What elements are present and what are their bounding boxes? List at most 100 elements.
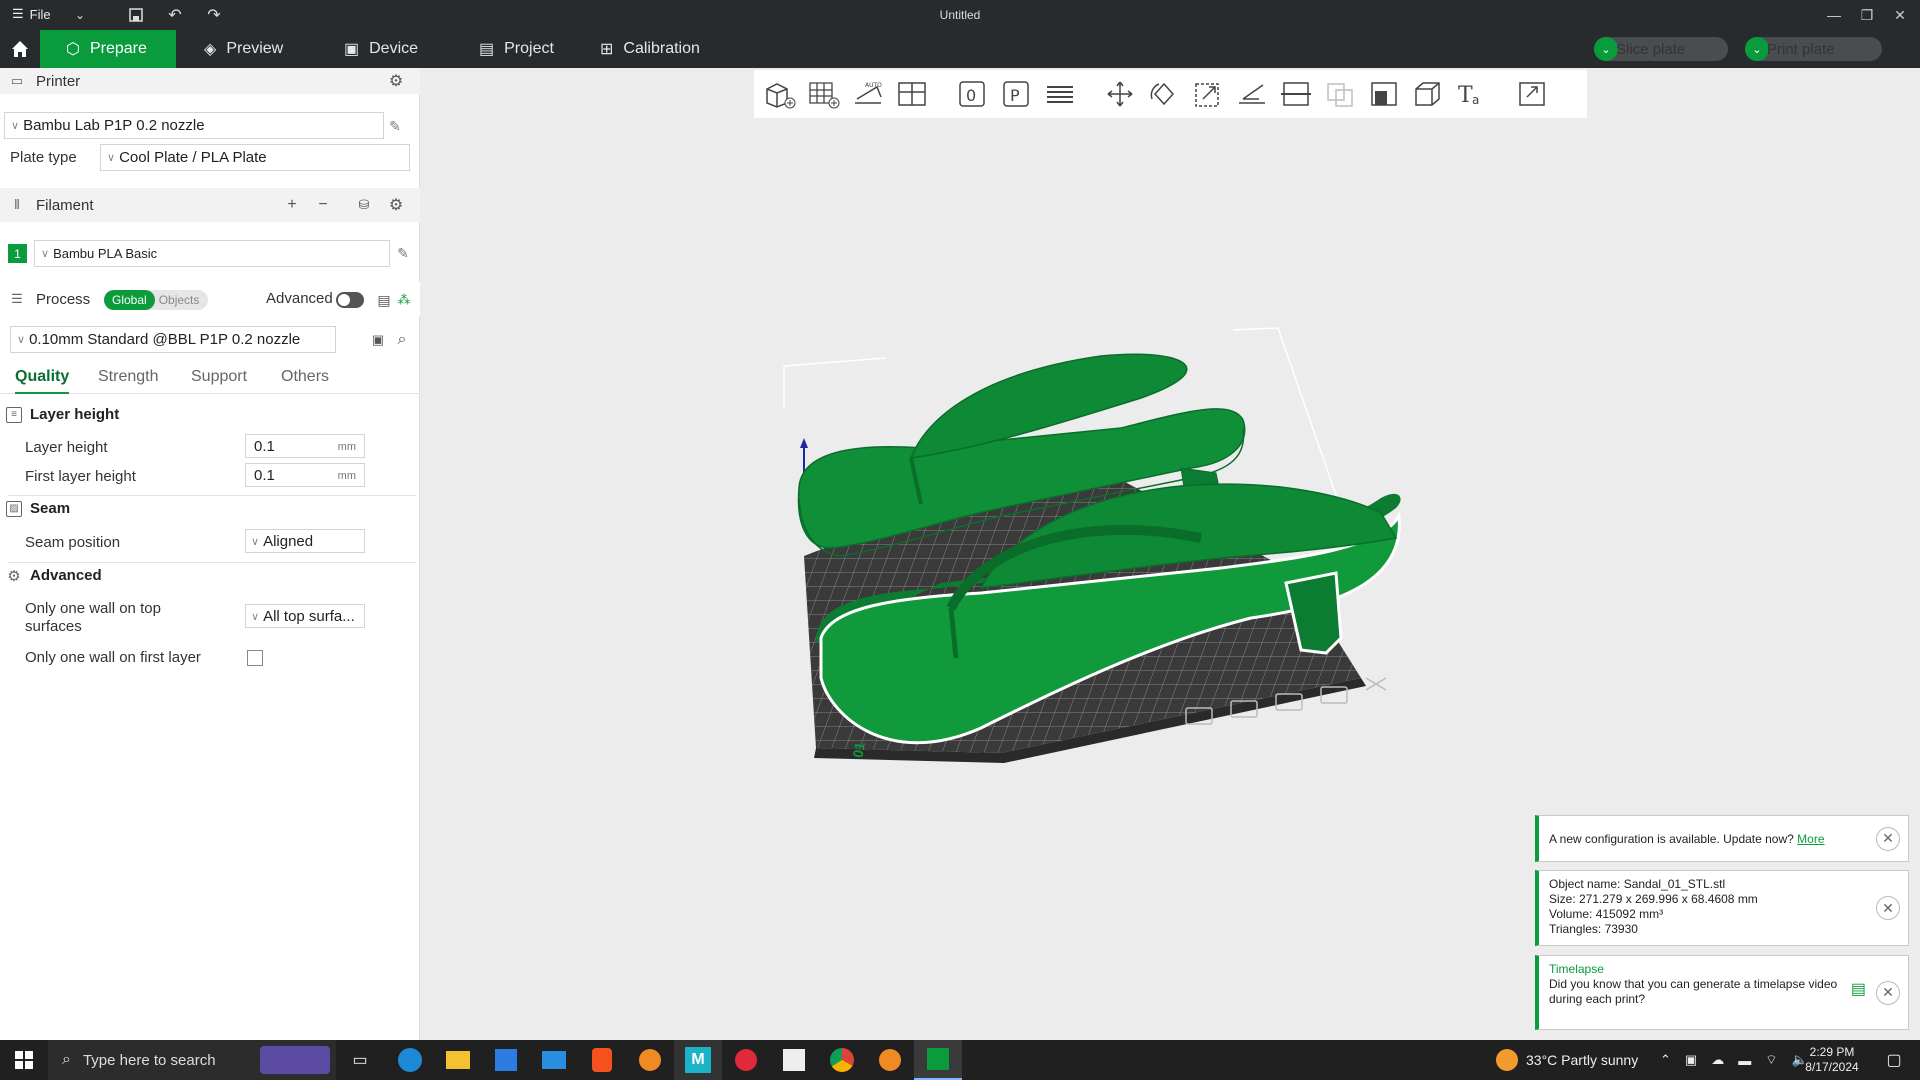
file-menu[interactable]: ☰ File: [12, 6, 51, 22]
blender-icon[interactable]: [626, 1040, 674, 1080]
object-volume: Volume: 415092 mm³: [1549, 907, 1664, 921]
onedrive-icon[interactable]: ☁: [1711, 1052, 1724, 1068]
tab-calibration[interactable]: ⊞ Calibration: [586, 30, 700, 68]
search-icon[interactable]: ⌕: [392, 330, 412, 350]
filament-slot-badge[interactable]: 1: [8, 244, 27, 263]
wifi-icon[interactable]: ⌔: [1765, 1052, 1777, 1068]
bambu-studio-icon[interactable]: [914, 1040, 962, 1080]
redo-icon[interactable]: ↷: [204, 5, 224, 25]
advanced-toggle[interactable]: [336, 292, 364, 308]
close-icon[interactable]: ✕: [1876, 896, 1900, 920]
home-icon: [12, 41, 28, 57]
objects-option[interactable]: Objects: [155, 293, 200, 307]
one-wall-first-checkbox[interactable]: [247, 650, 263, 666]
search-icon: ⌕: [62, 1051, 71, 1068]
config-update-notification: A new configuration is available. Update…: [1535, 815, 1909, 862]
chevron-down-icon: ∨: [41, 248, 50, 260]
app-heart-icon[interactable]: [722, 1040, 770, 1080]
process-extra-icon[interactable]: ⁂: [394, 290, 414, 310]
process-profile-select[interactable]: ∨ 0.10mm Standard @BBL P1P 0.2 nozzle: [10, 326, 336, 353]
one-wall-top-select[interactable]: ∨ All top surfa...: [245, 604, 365, 628]
first-layer-height-input[interactable]: 0.1 mm: [245, 463, 365, 487]
global-option[interactable]: Global: [104, 290, 155, 310]
tab-quality[interactable]: Quality: [15, 368, 70, 394]
tab-prepare[interactable]: ⬡ Prepare: [40, 30, 176, 68]
clipboard-icon[interactable]: ▤: [1851, 982, 1866, 998]
restore-icon[interactable]: ❐: [1853, 4, 1881, 26]
remove-filament-icon[interactable]: −: [313, 195, 333, 215]
printer-section-header: ▭ Printer: [0, 68, 420, 94]
chevron-down-icon: ∨: [11, 120, 20, 132]
task-view-icon[interactable]: ▭: [336, 1040, 384, 1080]
chevron-down-icon: ∨: [17, 334, 26, 346]
edit-printer-icon[interactable]: ✎: [386, 117, 404, 135]
save-profile-icon[interactable]: ▣: [368, 330, 388, 350]
home-button[interactable]: [0, 30, 40, 68]
printer-settings-gear-icon[interactable]: ⚙: [386, 71, 406, 91]
system-tray: ⌃ ▣ ☁ ▬ ⌔ 🔈: [1660, 1040, 1808, 1080]
timelapse-title: Timelapse: [1549, 962, 1604, 976]
tab-support[interactable]: Support: [191, 368, 247, 386]
z-axis-head: [800, 438, 808, 448]
filament-sync-icon[interactable]: ⛁: [354, 195, 374, 215]
minimize-icon[interactable]: —: [1820, 4, 1848, 26]
tray-app-icon[interactable]: ▣: [1685, 1052, 1697, 1068]
unit-label: mm: [337, 441, 356, 453]
printer-name: Bambu Lab P1P 0.2 nozzle: [23, 117, 205, 134]
blender-icon-2[interactable]: [866, 1040, 914, 1080]
chevron-up-icon[interactable]: ⌃: [1660, 1052, 1671, 1068]
plate-type-label: Plate type: [10, 149, 77, 166]
battery-icon[interactable]: ▬: [1738, 1053, 1751, 1068]
taskbar-search-box[interactable]: ⌕ Type here to search: [48, 1040, 336, 1080]
first-layer-height-label: First layer height: [25, 468, 136, 485]
app-m-icon[interactable]: M: [674, 1040, 722, 1080]
weather-icon: [1496, 1049, 1518, 1071]
undo-icon[interactable]: ↶: [165, 5, 185, 25]
more-link[interactable]: More: [1797, 832, 1824, 846]
window-title: Untitled: [939, 8, 981, 22]
plate-type-select[interactable]: ∨ Cool Plate / PLA Plate: [100, 144, 410, 171]
print-plate-button[interactable]: ⌄ Print plate: [1745, 37, 1882, 61]
compare-icon[interactable]: ▤: [374, 290, 394, 310]
global-objects-switch[interactable]: Global Objects: [104, 290, 208, 310]
tab-preview[interactable]: ◈ Preview: [190, 30, 283, 68]
edge-icon[interactable]: [386, 1040, 434, 1080]
clock[interactable]: 2:29 PM 8/17/2024: [1802, 1040, 1862, 1080]
mail-icon[interactable]: [530, 1040, 578, 1080]
inkscape-icon[interactable]: [770, 1040, 818, 1080]
tab-strength[interactable]: Strength: [98, 368, 158, 386]
printer-select[interactable]: ∨ Bambu Lab P1P 0.2 nozzle: [4, 112, 384, 139]
close-icon[interactable]: ✕: [1876, 980, 1900, 1005]
close-icon[interactable]: ✕: [1886, 4, 1914, 26]
process-profile-name: 0.10mm Standard @BBL P1P 0.2 nozzle: [29, 331, 301, 348]
tab-others[interactable]: Others: [281, 368, 329, 386]
slice-plate-button[interactable]: ⌄ Slice plate: [1594, 37, 1728, 61]
close-icon[interactable]: ✕: [1876, 826, 1900, 851]
weather-widget[interactable]: 33°C Partly sunny: [1496, 1040, 1638, 1080]
process-icon: ☰: [11, 291, 23, 306]
notification-center-icon[interactable]: ▢: [1870, 1040, 1918, 1080]
seam-position-select[interactable]: ∨ Aligned: [245, 529, 365, 553]
file-explorer-icon[interactable]: [434, 1040, 482, 1080]
store-icon[interactable]: [482, 1040, 530, 1080]
advanced-gear-icon: ⚙: [7, 567, 21, 585]
layer-height-input[interactable]: 0.1 mm: [245, 434, 365, 458]
tab-label: Preview: [226, 40, 284, 57]
chevron-down-icon[interactable]: ⌄: [70, 5, 90, 25]
layer-height-label: Layer height: [25, 439, 108, 456]
3d-viewport[interactable]: AUTO 0 P Ta 01 A new configuration is av…: [421, 68, 1920, 1040]
filament-select[interactable]: ∨ Bambu PLA Basic: [34, 240, 390, 267]
chrome-icon[interactable]: [818, 1040, 866, 1080]
advanced-group-title: Advanced: [30, 567, 102, 584]
process-section-title: Process: [36, 290, 91, 308]
tab-label: Project: [504, 40, 554, 57]
brave-icon[interactable]: [578, 1040, 626, 1080]
tab-device[interactable]: ▣ Device: [330, 30, 418, 68]
tab-label: Prepare: [89, 40, 147, 57]
save-icon[interactable]: [126, 5, 146, 25]
filament-settings-gear-icon[interactable]: ⚙: [386, 195, 406, 215]
tab-project[interactable]: ▤ Project: [465, 30, 554, 68]
edit-filament-icon[interactable]: ✎: [394, 244, 412, 262]
add-filament-icon[interactable]: +: [282, 195, 302, 215]
windows-start-icon[interactable]: [0, 1040, 48, 1080]
